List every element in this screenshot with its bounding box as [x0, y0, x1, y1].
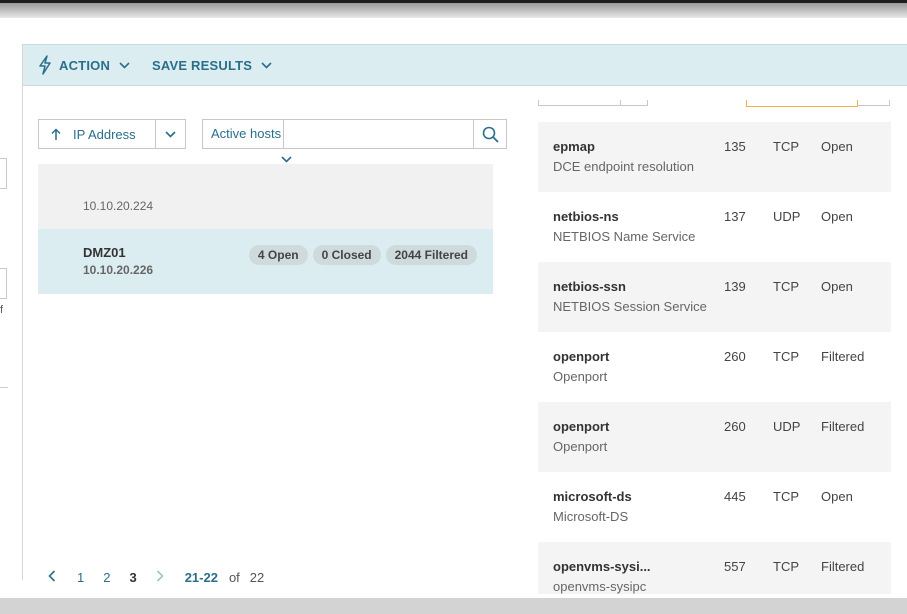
port-row[interactable]: netbios-ns NETBIOS Name Service 137 UDP …	[538, 192, 891, 262]
open-count-badge: 4 Open	[248, 245, 308, 265]
filter-search-input[interactable]	[284, 120, 473, 148]
host-row-selected[interactable]: DMZ01 10.10.20.226 4 Open 0 Closed 2044 …	[38, 229, 493, 294]
port-row[interactable]: microsoft-ds Microsoft-DS 445 TCP Open	[538, 472, 891, 542]
port-row[interactable]: netbios-ssn NETBIOS Session Service 139 …	[538, 262, 891, 332]
arrow-up-icon[interactable]	[39, 127, 73, 141]
left-panel-input[interactable]	[0, 158, 7, 189]
tab-partial[interactable]	[538, 100, 648, 106]
sort-label: IP Address	[73, 126, 136, 142]
port-state: Filtered	[821, 419, 865, 434]
left-panel-text: f	[0, 304, 4, 316]
port-service: openport	[553, 419, 610, 434]
port-service: openvms-sysi...	[553, 559, 651, 574]
port-description: Openport	[553, 439, 608, 454]
filter-select[interactable]: Active hosts	[203, 120, 284, 148]
port-protocol: TCP	[773, 139, 799, 154]
ports-list: epmap DCE endpoint resolution 135 TCP Op…	[538, 122, 891, 594]
chevron-down-icon[interactable]	[155, 120, 185, 148]
host-row[interactable]: 10.10.20.224	[38, 164, 493, 229]
port-description: NETBIOS Session Service	[553, 299, 707, 314]
port-state: Open	[821, 279, 853, 294]
lightning-icon	[38, 55, 52, 75]
closed-count-badge: 0 Closed	[312, 245, 381, 265]
port-number: 445	[724, 489, 746, 504]
tab-partial[interactable]	[858, 100, 890, 106]
port-description: Openport	[553, 369, 608, 384]
port-service: netbios-ssn	[553, 279, 626, 294]
port-state: Open	[821, 139, 853, 154]
port-number: 557	[724, 559, 746, 574]
port-protocol: TCP	[773, 349, 799, 364]
port-row[interactable]: openport Openport 260 UDP Filtered	[538, 402, 891, 472]
chevron-left-icon[interactable]	[48, 569, 56, 585]
sort-dropdown[interactable]: IP Address	[38, 119, 186, 149]
left-panel-divider	[0, 387, 8, 388]
page-total: 22	[249, 569, 265, 585]
port-description: Microsoft-DS	[553, 509, 629, 524]
page-of-label: of	[228, 569, 240, 585]
port-service: microsoft-ds	[553, 489, 632, 504]
port-number: 260	[724, 349, 746, 364]
port-description: DCE endpoint resolution	[553, 159, 694, 174]
port-number: 260	[724, 419, 746, 434]
port-number: 139	[724, 279, 746, 294]
chevron-down-icon	[261, 61, 272, 69]
save-results-button[interactable]: SAVE RESULTS	[152, 45, 272, 85]
chevron-down-icon	[119, 61, 130, 69]
host-name: DMZ01	[83, 245, 126, 260]
port-tabs-partial	[538, 100, 890, 107]
port-description: NETBIOS Name Service	[553, 229, 696, 244]
port-protocol: TCP	[773, 489, 799, 504]
port-service: epmap	[553, 139, 595, 154]
action-button[interactable]: ACTION	[38, 45, 130, 85]
page-link-2[interactable]: 2	[103, 570, 110, 585]
port-number: 137	[724, 209, 746, 224]
left-panel-input-2[interactable]	[0, 268, 7, 299]
port-description: openvms-sysipc	[553, 579, 647, 594]
port-protocol: UDP	[773, 209, 801, 224]
left-filter-panel: f	[0, 44, 23, 580]
port-status-badges: 4 Open 0 Closed 2044 Filtered	[248, 245, 477, 265]
port-row[interactable]: openvms-sysi... openvms-sysipc 557 TCP F…	[538, 542, 891, 594]
port-state: Filtered	[821, 349, 865, 364]
chevron-right-icon[interactable]	[156, 569, 164, 585]
page-link-3-current[interactable]: 3	[129, 570, 136, 585]
port-service: netbios-ns	[553, 209, 619, 224]
filtered-count-badge: 2044 Filtered	[385, 245, 477, 265]
host-filter: Active hosts	[202, 119, 507, 149]
port-row[interactable]: epmap DCE endpoint resolution 135 TCP Op…	[538, 122, 891, 192]
port-number: 135	[724, 139, 746, 154]
save-results-label: SAVE RESULTS	[152, 57, 253, 73]
page-link-1[interactable]: 1	[77, 570, 84, 585]
action-label: ACTION	[59, 57, 111, 73]
port-protocol: UDP	[773, 419, 801, 434]
port-row[interactable]: openport Openport 260 TCP Filtered	[538, 332, 891, 402]
search-icon[interactable]	[473, 120, 506, 148]
page-range: 21-22	[184, 569, 218, 585]
results-toolbar: ACTION SAVE RESULTS	[23, 44, 907, 86]
host-ip: 10.10.20.226	[83, 263, 154, 277]
port-service: openport	[553, 349, 610, 364]
port-state: Open	[821, 209, 853, 224]
tab-partial-active[interactable]	[746, 100, 858, 107]
tab-divider	[620, 100, 621, 106]
port-state: Filtered	[821, 559, 865, 574]
host-ip: 10.10.20.224	[83, 199, 154, 213]
pagination: 1 2 3 21-22 of 22	[48, 568, 264, 586]
port-protocol: TCP	[773, 279, 799, 294]
window-shadow	[0, 3, 907, 18]
port-protocol: TCP	[773, 559, 799, 574]
port-state: Open	[821, 489, 853, 504]
window-bottom-edge	[0, 598, 907, 614]
